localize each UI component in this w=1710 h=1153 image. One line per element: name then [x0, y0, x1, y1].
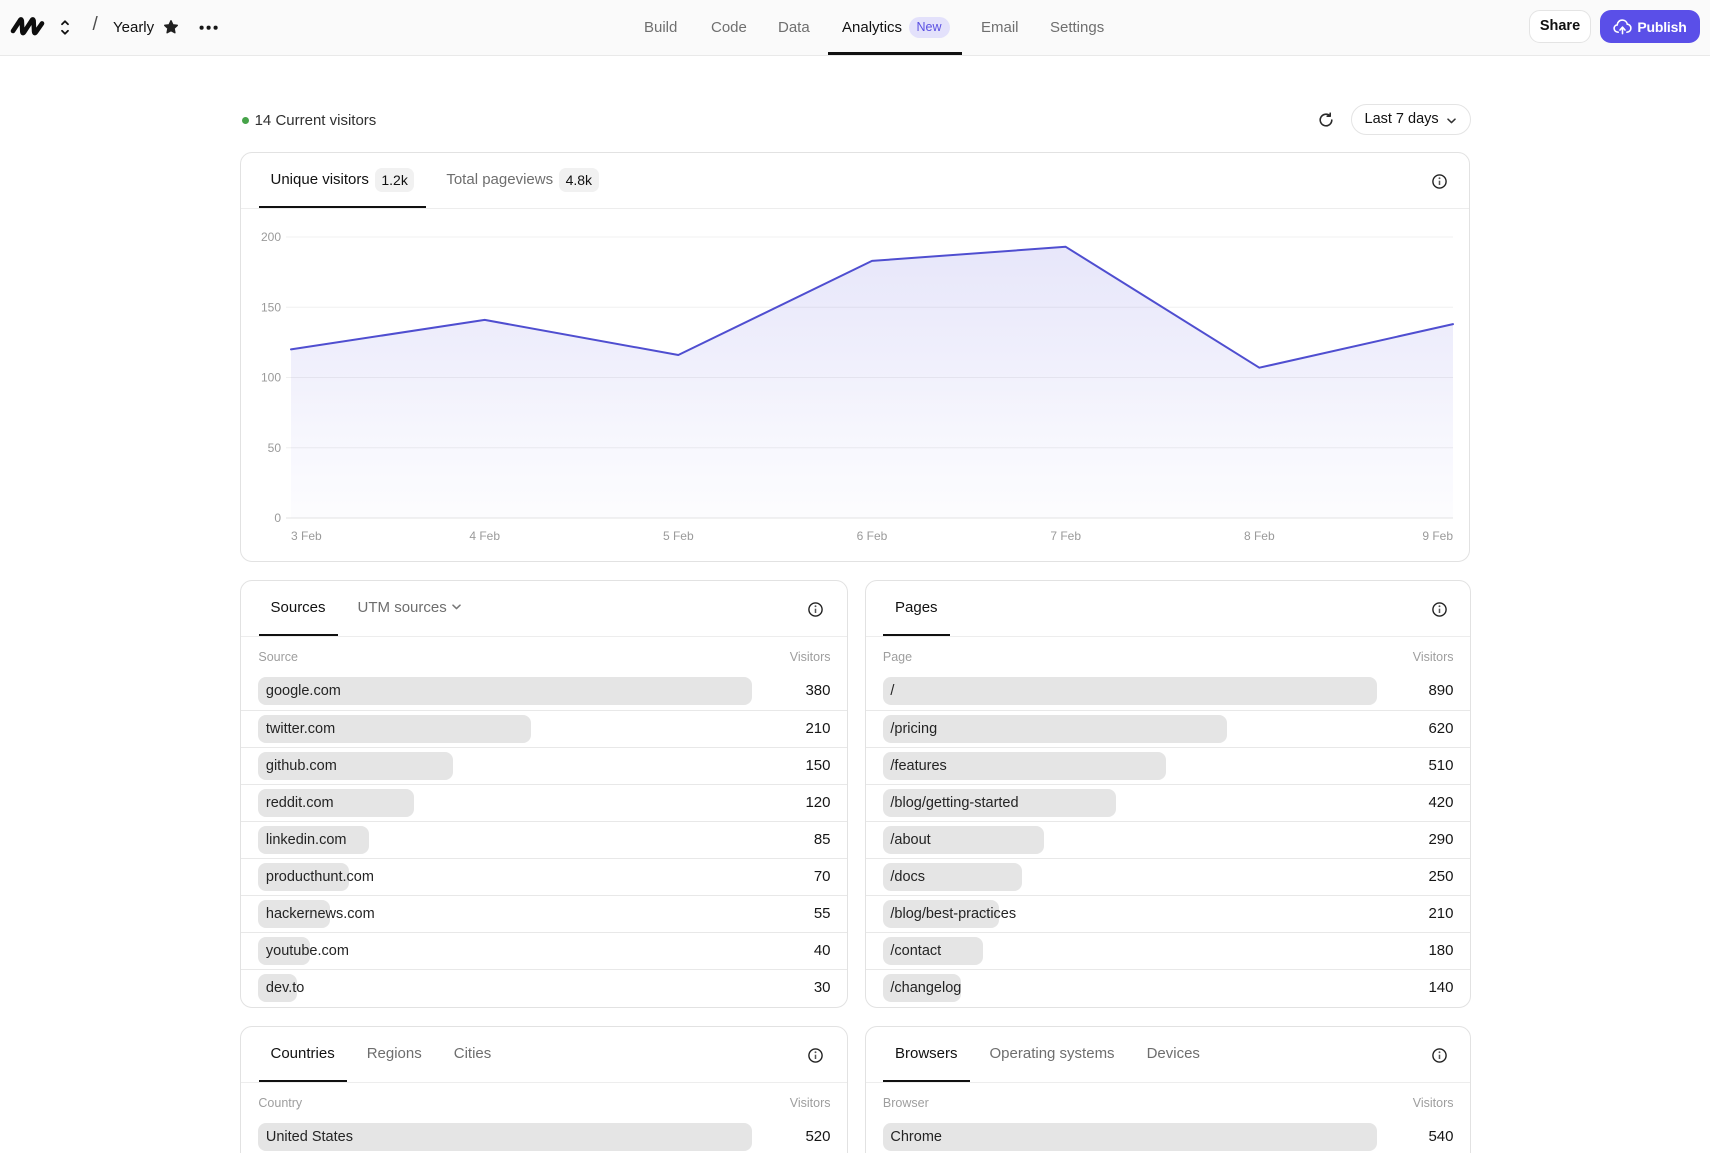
- svg-text:4 Feb: 4 Feb: [469, 529, 500, 543]
- svg-text:5 Feb: 5 Feb: [663, 529, 694, 543]
- svg-text:8 Feb: 8 Feb: [1244, 529, 1275, 543]
- svg-text:50: 50: [268, 441, 282, 455]
- svg-text:150: 150: [261, 300, 281, 314]
- svg-text:0: 0: [274, 511, 281, 525]
- svg-text:3 Feb: 3 Feb: [291, 529, 322, 543]
- svg-text:7 Feb: 7 Feb: [1050, 529, 1081, 543]
- svg-text:6 Feb: 6 Feb: [857, 529, 888, 543]
- svg-text:9 Feb: 9 Feb: [1422, 529, 1453, 543]
- svg-text:100: 100: [261, 371, 281, 385]
- svg-text:200: 200: [261, 230, 281, 244]
